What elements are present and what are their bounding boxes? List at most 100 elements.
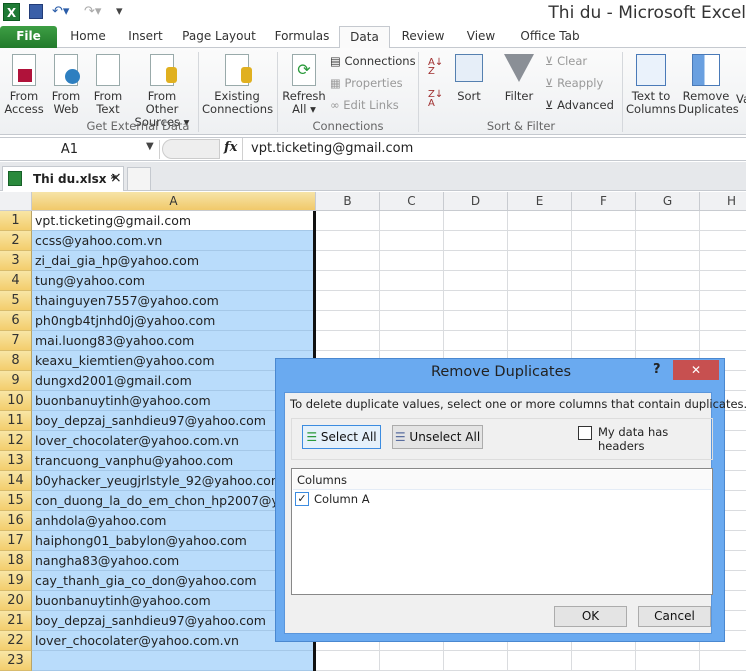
cell[interactable]	[700, 291, 746, 311]
new-tab-icon[interactable]	[127, 167, 151, 191]
cell[interactable]	[444, 251, 508, 271]
name-box-dropdown-icon[interactable]: ▼	[146, 141, 154, 152]
text-to-columns-button[interactable]: Text to Columns	[626, 54, 676, 116]
cell[interactable]	[508, 291, 572, 311]
row-header[interactable]: 12	[0, 431, 32, 451]
row-header[interactable]: 3	[0, 251, 32, 271]
row-header[interactable]: 11	[0, 411, 32, 431]
close-tab-icon[interactable]: ×	[110, 170, 122, 186]
formula-input[interactable]: vpt.ticketing@gmail.com	[242, 138, 746, 160]
row-header[interactable]: 22	[0, 631, 32, 651]
row-header[interactable]: 21	[0, 611, 32, 631]
column-header-b[interactable]: B	[316, 192, 380, 211]
cell[interactable]	[636, 291, 700, 311]
excel-logo-icon[interactable]: X	[3, 3, 20, 21]
tab-home[interactable]: Home	[60, 26, 116, 48]
cell[interactable]	[700, 331, 746, 351]
sort-z-to-a-icon[interactable]: Z↓ A	[428, 90, 443, 109]
insert-function-icon[interactable]: fx	[224, 140, 237, 155]
cell[interactable]	[316, 311, 380, 331]
unselect-all-button[interactable]: ☰ Unselect All	[392, 425, 483, 449]
cell-a23[interactable]	[32, 651, 316, 671]
row-header[interactable]: 18	[0, 551, 32, 571]
tab-formulas[interactable]: Formulas	[268, 26, 336, 48]
cell[interactable]	[444, 231, 508, 251]
cell-a17[interactable]: haiphong01_babylon@yahoo.com	[32, 531, 316, 551]
row-header[interactable]: 14	[0, 471, 32, 491]
tab-data[interactable]: Data	[339, 26, 390, 49]
workbook-tab-thi-du[interactable]: Thi du.xlsx * ×	[2, 166, 124, 191]
close-button[interactable]: ✕	[673, 360, 719, 380]
cell[interactable]	[700, 231, 746, 251]
redo-icon[interactable]: ↷▾	[84, 4, 101, 21]
connections-button[interactable]: ▤ Connections	[330, 54, 416, 68]
cell-a3[interactable]: zi_dai_gia_hp@yahoo.com	[32, 251, 316, 271]
cell[interactable]	[380, 211, 444, 231]
cell[interactable]	[700, 251, 746, 271]
tab-file[interactable]: File	[0, 26, 57, 48]
cell[interactable]	[508, 331, 572, 351]
cell[interactable]	[316, 331, 380, 351]
from-web-button[interactable]: From Web	[48, 54, 84, 116]
cell[interactable]	[316, 211, 380, 231]
customize-toolbar-icon[interactable]: ▾	[116, 4, 123, 21]
row-header[interactable]: 23	[0, 651, 32, 671]
cell[interactable]	[444, 291, 508, 311]
tab-page-layout[interactable]: Page Layout	[178, 26, 260, 48]
cell[interactable]	[380, 251, 444, 271]
row-header[interactable]: 13	[0, 451, 32, 471]
cell-a14[interactable]: b0yhacker_yeugjrlstyle_92@yahoo.com	[32, 471, 316, 491]
row-header[interactable]: 5	[0, 291, 32, 311]
cell[interactable]	[636, 251, 700, 271]
cell[interactable]	[380, 331, 444, 351]
select-all-corner[interactable]	[0, 192, 32, 211]
cell[interactable]	[572, 271, 636, 291]
cell[interactable]	[700, 651, 746, 671]
row-header[interactable]: 2	[0, 231, 32, 251]
ok-button[interactable]: OK	[554, 606, 627, 627]
properties-button[interactable]: ▦ Properties	[330, 76, 403, 90]
from-access-button[interactable]: From Access	[4, 54, 44, 116]
column-header-d[interactable]: D	[444, 192, 508, 211]
cell[interactable]	[444, 331, 508, 351]
cell-a8[interactable]: keaxu_kiemtien@yahoo.com	[32, 351, 316, 371]
advanced-filter-button[interactable]: ⊻ Advanced	[545, 98, 614, 112]
tab-review[interactable]: Review	[395, 26, 451, 48]
column-header-f[interactable]: F	[572, 192, 636, 211]
cell-a21[interactable]: boy_depzaj_sanhdieu97@yahoo.com	[32, 611, 316, 631]
my-data-has-headers-checkbox[interactable]	[578, 426, 592, 440]
cell[interactable]	[572, 231, 636, 251]
cell[interactable]	[444, 211, 508, 231]
cell[interactable]	[444, 651, 508, 671]
row-header[interactable]: 6	[0, 311, 32, 331]
cell[interactable]	[444, 271, 508, 291]
cell[interactable]	[508, 651, 572, 671]
cell-a20[interactable]: buonbanuytinh@yahoo.com	[32, 591, 316, 611]
column-header-c[interactable]: C	[380, 192, 444, 211]
cell[interactable]	[508, 251, 572, 271]
row-header[interactable]: 7	[0, 331, 32, 351]
cell-a2[interactable]: ccss@yahoo.com.vn	[32, 231, 316, 251]
name-box[interactable]: A1	[0, 140, 160, 159]
undo-icon[interactable]: ↶▾	[52, 4, 69, 21]
cell-a5[interactable]: thainguyen7557@yahoo.com	[32, 291, 316, 311]
cell[interactable]	[636, 651, 700, 671]
cell[interactable]	[572, 311, 636, 331]
cell[interactable]	[508, 211, 572, 231]
cell[interactable]	[636, 231, 700, 251]
cell[interactable]	[508, 311, 572, 331]
cell-a7[interactable]: mai.luong83@yahoo.com	[32, 331, 316, 351]
row-header[interactable]: 8	[0, 351, 32, 371]
cell[interactable]	[508, 231, 572, 251]
help-button[interactable]: ?	[653, 362, 661, 377]
remove-duplicates-button[interactable]: Remove Duplicates	[678, 54, 739, 116]
tab-view[interactable]: View	[458, 26, 504, 48]
row-header[interactable]: 17	[0, 531, 32, 551]
cell-a19[interactable]: cay_thanh_gia_co_don@yahoo.com	[32, 571, 316, 591]
column-header-g[interactable]: G	[636, 192, 700, 211]
cell-a1[interactable]: vpt.ticketing@gmail.com	[32, 211, 316, 231]
refresh-all-button[interactable]: ⟳ Refresh All ▾	[282, 54, 326, 116]
edit-links-button[interactable]: ∞ Edit Links	[330, 98, 399, 112]
tab-office-tab[interactable]: Office Tab	[512, 26, 588, 48]
row-header[interactable]: 19	[0, 571, 32, 591]
